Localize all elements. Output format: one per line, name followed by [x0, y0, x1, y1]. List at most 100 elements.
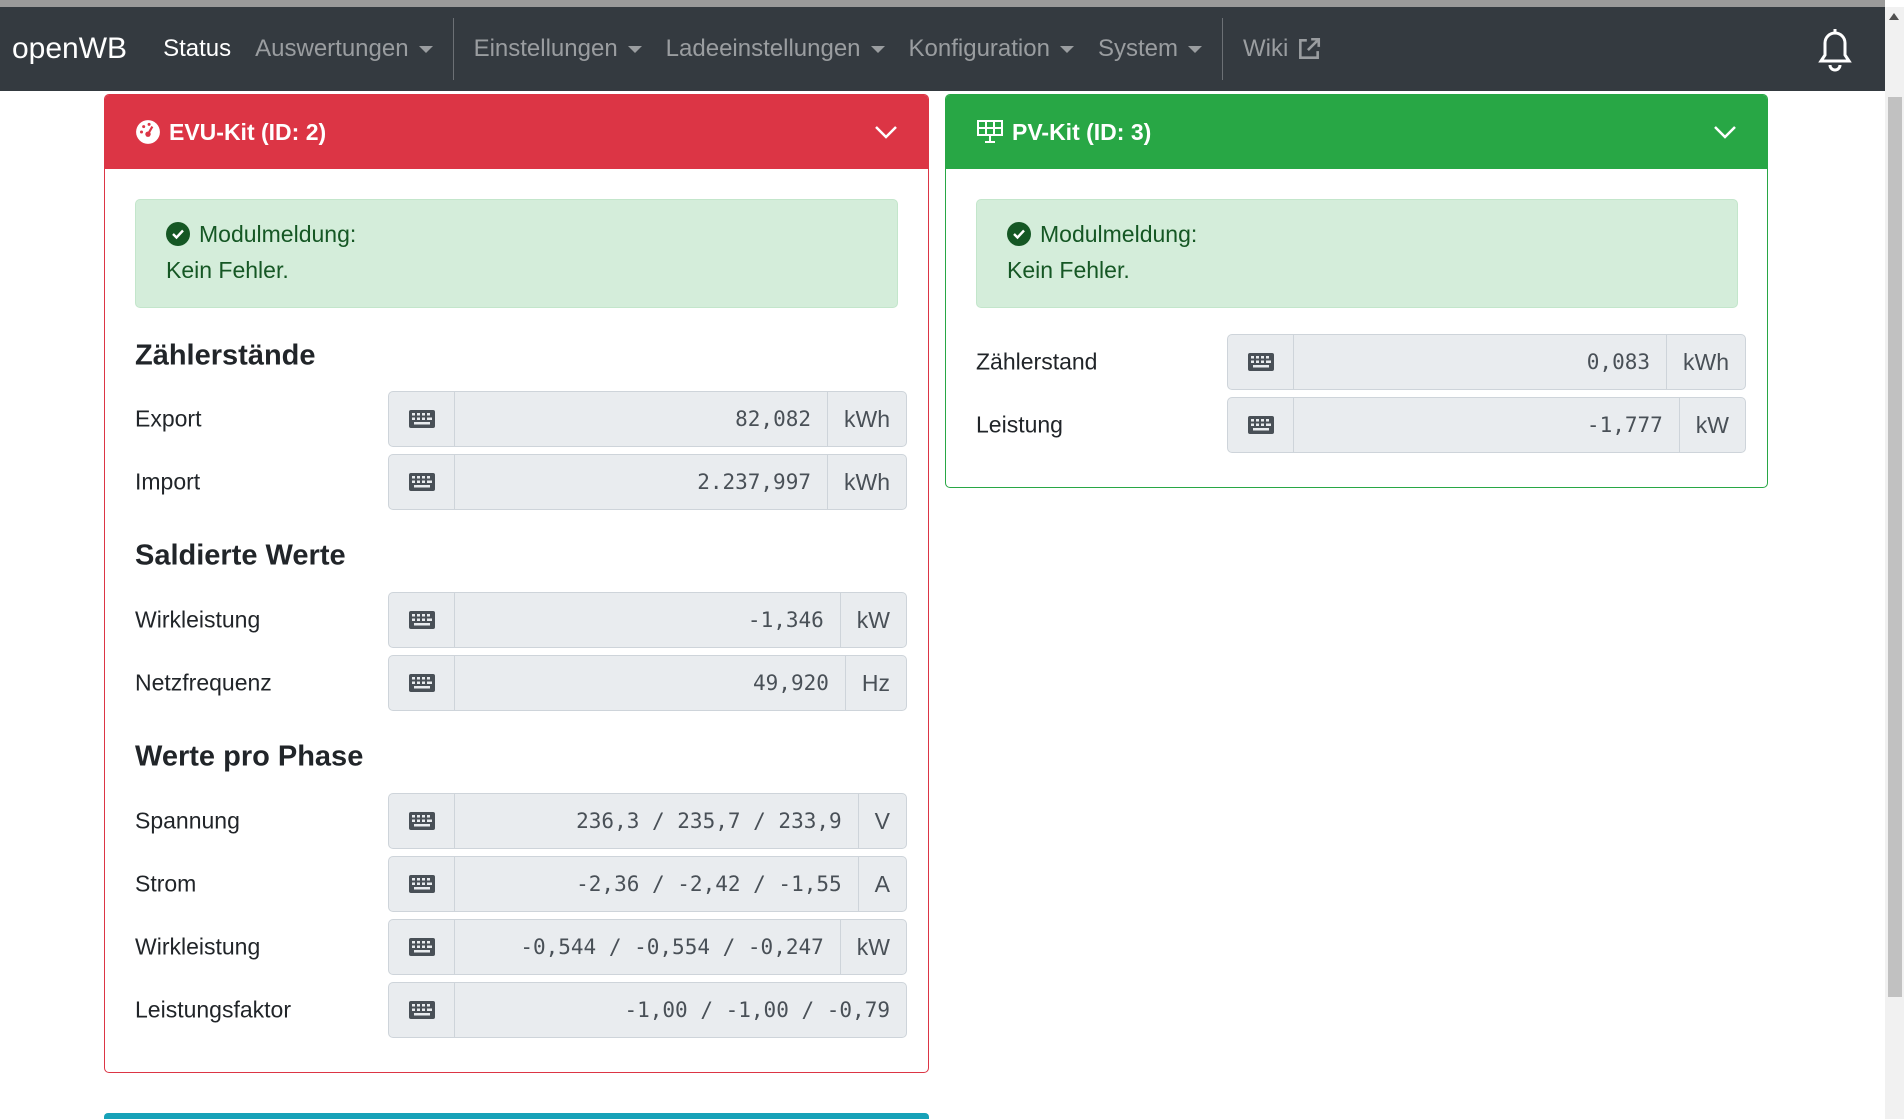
field-value: 236,3 / 235,7 / 233,9 [576, 809, 842, 833]
pv-status-alert: Modulmeldung: Kein Fehler. [976, 199, 1738, 308]
evu-card-title: EVU-Kit (ID: 2) [169, 118, 327, 145]
alert-title: Modulmeldung: [199, 221, 357, 247]
field-value: 2.237,997 [697, 470, 811, 494]
scrollbar[interactable] [1885, 7, 1904, 1119]
alert-text: Kein Fehler. [1007, 257, 1130, 283]
nav-label: Auswertungen [255, 35, 409, 62]
field-label: Leistungsfaktor [135, 996, 291, 1023]
nav-status[interactable]: Status [163, 35, 231, 63]
readonly-value-field: 2.237,997 kWh [388, 454, 907, 510]
nav-ladeeinstellungen[interactable]: Ladeeinstellungen [666, 35, 885, 63]
keyboard-icon [389, 794, 455, 848]
keyboard-icon [1228, 335, 1294, 389]
field-value: 82,082 [735, 407, 811, 431]
caret-down-icon [1187, 45, 1202, 53]
nav-wiki[interactable]: Wiki [1243, 35, 1322, 63]
section-heading: Zählerstände [135, 339, 316, 372]
section-heading: Werte pro Phase [135, 740, 364, 773]
alert-text: Kein Fehler. [166, 257, 289, 283]
keyboard-icon [389, 455, 455, 509]
keyboard-icon [389, 392, 455, 446]
readonly-value-field: -1,00 / -1,00 / -0,79 [388, 982, 907, 1038]
keyboard-icon [389, 920, 455, 974]
readonly-value-field: 82,082 kWh [388, 391, 907, 447]
unit-label: kW [839, 593, 906, 647]
readonly-value-field: -1,346 kW [388, 592, 907, 648]
alert-title: Modulmeldung: [1040, 221, 1198, 247]
section-heading: Saldierte Werte [135, 539, 346, 572]
brand[interactable]: openWB [12, 32, 127, 66]
next-card-header[interactable] [104, 1113, 929, 1119]
evu-card-header[interactable]: EVU-Kit (ID: 2) [105, 95, 928, 169]
field-label: Wirkleistung [135, 606, 261, 633]
field-value: -1,00 / -1,00 / -0,79 [624, 998, 890, 1022]
unit-label: kWh [827, 392, 906, 446]
readonly-value-field: -0,544 / -0,554 / -0,247 kW [388, 919, 907, 975]
nav-label: Ladeeinstellungen [665, 35, 861, 62]
unit-label: kW [1678, 398, 1745, 452]
unit-label: V [857, 794, 906, 848]
solar-panel-icon [977, 120, 1003, 143]
pv-card-title: PV-Kit (ID: 3) [1012, 118, 1152, 145]
pv-card-header[interactable]: PV-Kit (ID: 3) [946, 95, 1767, 169]
evu-kit-card: EVU-Kit (ID: 2) Modulmeldung: Kein Fehle… [104, 94, 929, 1073]
field-label: Leistung [976, 411, 1063, 438]
keyboard-icon [389, 593, 455, 647]
nav-label: Wiki [1242, 35, 1289, 62]
unit-label: A [857, 857, 906, 911]
keyboard-icon [389, 983, 455, 1037]
field-label: Netzfrequenz [135, 669, 272, 696]
caret-down-icon [870, 45, 885, 53]
field-value: 0,083 [1586, 350, 1650, 374]
nav-konfiguration[interactable]: Konfiguration [909, 35, 1074, 63]
field-label: Import [135, 468, 201, 495]
window-top-border [0, 0, 1885, 7]
keyboard-icon [389, 857, 455, 911]
unit-label: kW [839, 920, 906, 974]
field-label: Export [135, 405, 202, 432]
nav-einstellungen[interactable]: Einstellungen [474, 35, 642, 63]
navbar: openWB Status Auswertungen Einstellungen… [0, 7, 1885, 91]
readonly-value-field: 236,3 / 235,7 / 233,9 V [388, 793, 907, 849]
readonly-value-field: 49,920 Hz [388, 655, 907, 711]
caret-down-icon [418, 45, 433, 53]
nav-system[interactable]: System [1098, 35, 1202, 63]
keyboard-icon [1228, 398, 1294, 452]
field-value: -0,544 / -0,554 / -0,247 [520, 935, 824, 959]
pv-kit-card: PV-Kit (ID: 3) Modulmeldung: Kein Fehler… [945, 94, 1768, 488]
field-label: Zählerstand [976, 348, 1098, 375]
scroll-up-icon[interactable] [1889, 13, 1899, 20]
unit-label: Hz [844, 656, 906, 710]
caret-down-icon [627, 45, 642, 53]
keyboard-icon [389, 656, 455, 710]
field-value: -1,777 [1586, 413, 1663, 437]
external-link-icon [1299, 37, 1321, 59]
unit-label: kWh [827, 455, 906, 509]
bell-icon[interactable] [1815, 25, 1855, 73]
field-value: 49,920 [753, 671, 829, 695]
readonly-value-field: -2,36 / -2,42 / -1,55 A [388, 856, 907, 912]
nav-divider [452, 18, 454, 80]
caret-down-icon [1059, 45, 1074, 53]
nav-divider [1221, 18, 1223, 80]
check-circle-icon [166, 222, 190, 246]
nav-label: Konfiguration [908, 35, 1050, 62]
nav-label: System [1097, 35, 1178, 62]
nav-auswertungen[interactable]: Auswertungen [255, 35, 433, 63]
field-label: Spannung [135, 807, 240, 834]
field-label: Strom [135, 870, 197, 897]
field-value: -1,346 [747, 608, 824, 632]
chevron-down-icon[interactable] [1713, 124, 1737, 140]
scrollbar-thumb[interactable] [1888, 97, 1902, 997]
nav-label: Status [163, 35, 232, 62]
nav-label: Einstellungen [473, 35, 618, 62]
check-circle-icon [1007, 222, 1031, 246]
readonly-value-field: -1,777 kW [1227, 397, 1746, 453]
gauge-icon [136, 120, 160, 144]
readonly-value-field: 0,083 kWh [1227, 334, 1746, 390]
chevron-down-icon[interactable] [874, 124, 898, 140]
field-value: -2,36 / -2,42 / -1,55 [576, 872, 842, 896]
unit-label: kWh [1666, 335, 1745, 389]
evu-status-alert: Modulmeldung: Kein Fehler. [135, 199, 898, 308]
field-label: Wirkleistung [135, 933, 261, 960]
